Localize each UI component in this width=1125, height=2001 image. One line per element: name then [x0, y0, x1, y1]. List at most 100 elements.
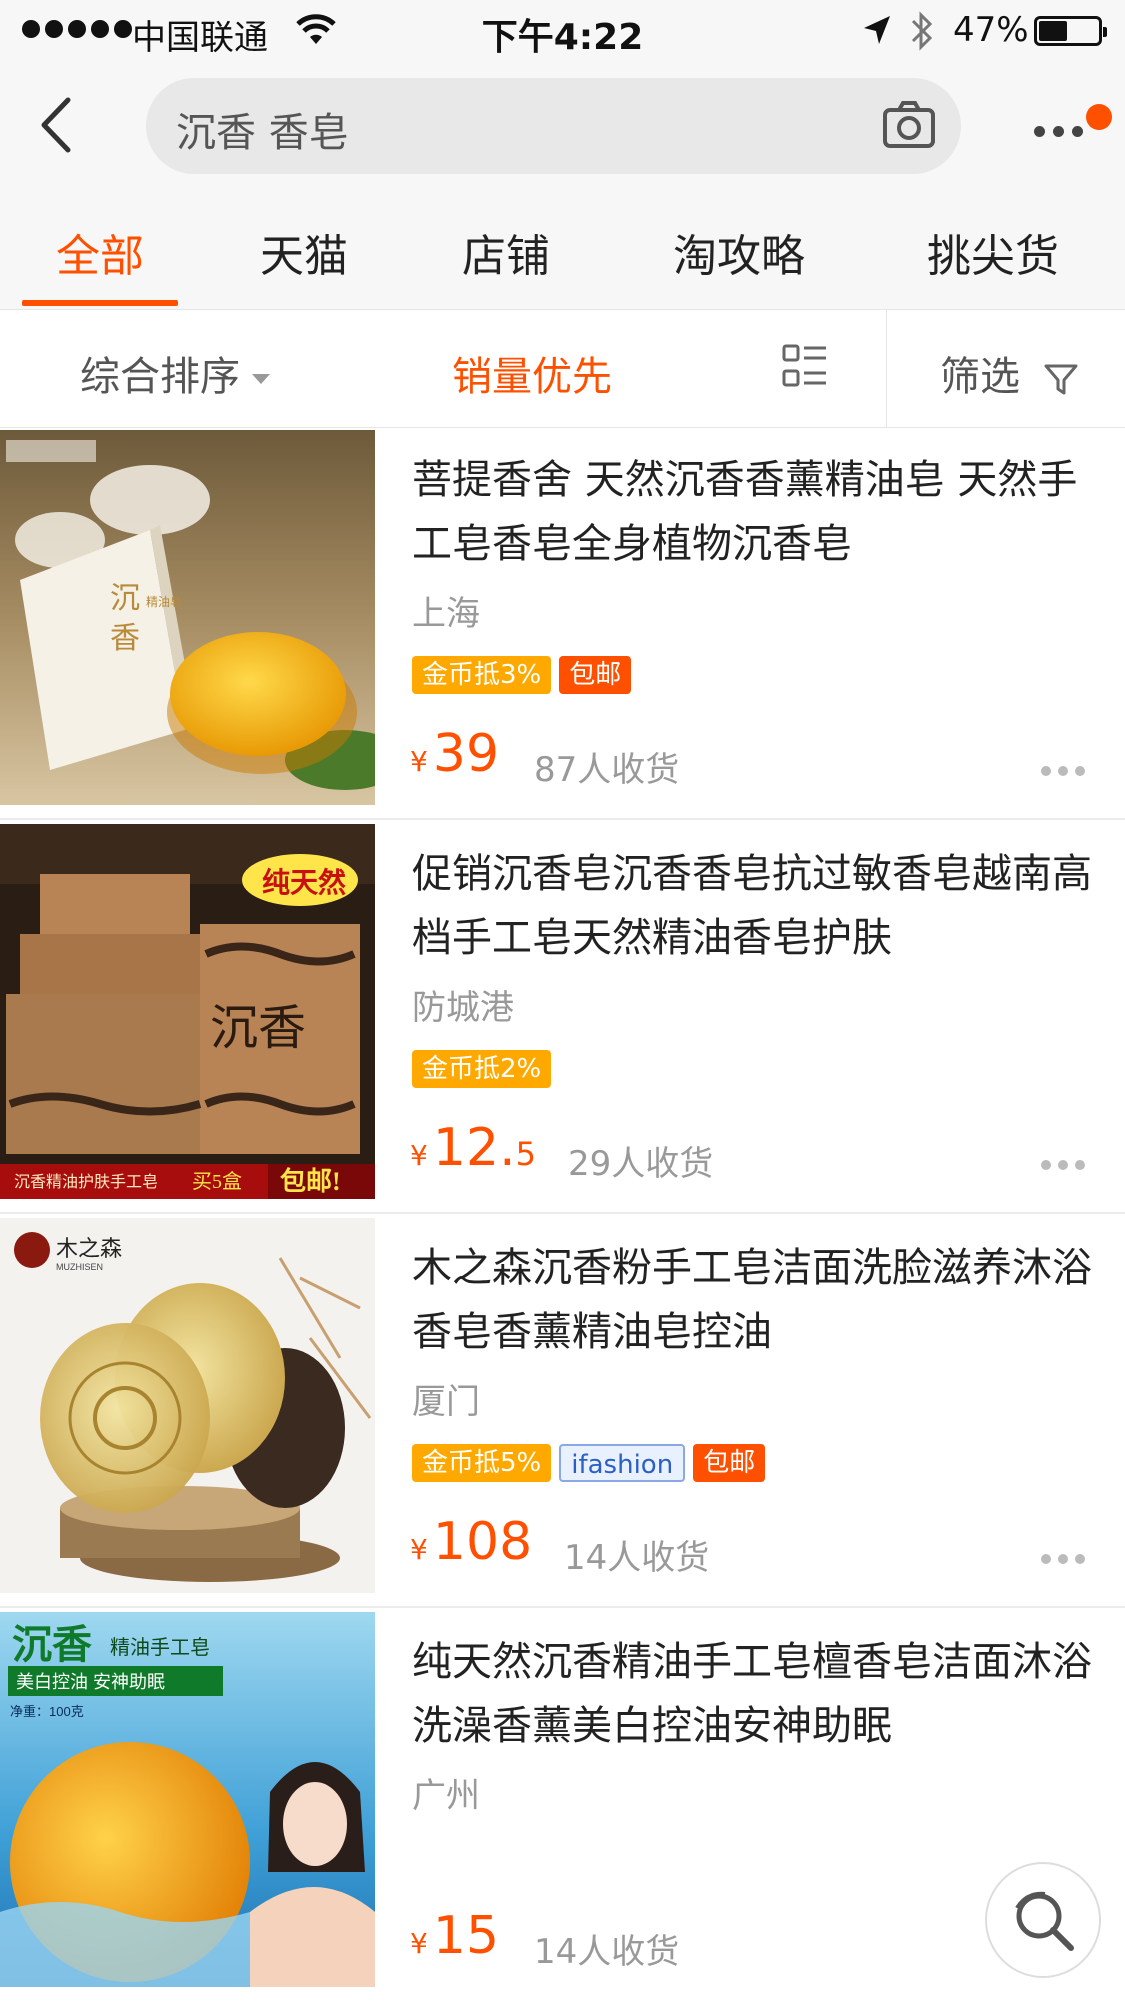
image-text: 沉香: [12, 1622, 92, 1667]
dropdown-caret-icon: [252, 374, 270, 384]
sort-divider: [886, 310, 887, 428]
sales-count: 29人收货: [568, 1144, 714, 1184]
tab-guides[interactable]: 淘攻略: [664, 220, 814, 284]
currency-symbol: ¥: [410, 1139, 428, 1172]
item-more-button[interactable]: [1041, 766, 1085, 778]
tab-all[interactable]: 全部: [50, 220, 150, 284]
battery-icon: [1034, 16, 1107, 46]
product-image[interactable]: 沉香 精油手工皂 美白控油 安神助眠 净重：100克: [0, 1612, 375, 1987]
battery-percentage: 47%: [953, 10, 1029, 50]
more-dot-icon: [1075, 1554, 1085, 1564]
product-location: 防城港: [412, 988, 514, 1028]
more-dot-icon: [1034, 126, 1045, 137]
price-integer: 39: [432, 724, 500, 784]
location-arrow-icon: [864, 16, 890, 44]
more-dot-icon: [1053, 126, 1064, 137]
price-integer: 15: [432, 1906, 500, 1966]
search-query[interactable]: 沉香 香皂: [176, 100, 349, 158]
coin-discount-tag: 金币抵3%: [412, 656, 552, 694]
battery-fill: [1039, 21, 1067, 41]
product-image[interactable]: 沉香 纯天然 沉香精油护肤手工皂 买5盒 包邮!: [0, 824, 375, 1199]
sort-comprehensive-label: 综合排序: [80, 354, 240, 400]
find-similar-button[interactable]: [985, 1862, 1101, 1978]
product-item[interactable]: 沉 香 精油皂 菩提香舍 天然沉香香薰精油皂 天然手工皂香皂全身植物沉香皂 上海…: [0, 428, 1125, 820]
image-text: 沉香: [210, 1002, 306, 1055]
product-item[interactable]: 沉香 精油手工皂 美白控油 安神助眠 净重：100克 纯天然沉香精油手工皂檀香皂…: [0, 1610, 1125, 2001]
image-text: 包邮!: [280, 1166, 341, 1196]
image-text: MUZHISEN: [56, 1262, 103, 1272]
more-dot-icon: [1041, 1160, 1051, 1170]
ifashion-tag: ifashion: [559, 1444, 686, 1482]
currency-symbol: ¥: [410, 745, 428, 778]
product-title[interactable]: 促销沉香皂沉香香皂抗过敏香皂越南高档手工皂天然精油香皂护肤: [412, 842, 1102, 970]
product-title[interactable]: 菩提香舍 天然沉香香薰精油皂 天然手工皂香皂全身植物沉香皂: [412, 448, 1102, 576]
filter-label: 筛选: [940, 354, 1020, 400]
item-more-button[interactable]: [1041, 1554, 1085, 1566]
category-tabs: 全部 天猫 店铺 淘攻略 挑尖货: [0, 188, 1125, 310]
image-text: 沉: [110, 582, 140, 615]
sort-comprehensive-button[interactable]: 综合排序: [80, 344, 270, 402]
sales-count: 14人收货: [564, 1538, 710, 1578]
sales-count: 14人收货: [534, 1932, 680, 1972]
search-input[interactable]: 沉香 香皂: [146, 78, 961, 174]
bluetooth-icon: [911, 11, 933, 51]
image-text: 香: [110, 622, 140, 655]
product-title[interactable]: 木之森沉香粉手工皂洁面洗脸滋养沐浴香皂香薰精油皂控油: [412, 1236, 1102, 1364]
more-dot-icon: [1075, 1160, 1085, 1170]
image-text: 木之森: [56, 1236, 122, 1261]
tab-premium[interactable]: 挑尖货: [918, 220, 1068, 284]
image-text: 精油皂: [146, 595, 182, 609]
notification-badge: [1086, 104, 1112, 130]
free-shipping-tag: 包邮: [693, 1444, 766, 1482]
search-similar-icon: [1015, 1891, 1074, 1951]
tab-tmall[interactable]: 天猫: [254, 220, 354, 284]
more-dot-icon: [1058, 1160, 1068, 1170]
product-price: ¥ 12.5: [410, 1118, 536, 1178]
sales-count: 87人收货: [534, 750, 680, 790]
more-dot-icon: [1058, 1554, 1068, 1564]
image-text: 美白控油 安神助眠: [16, 1672, 165, 1692]
coin-discount-tag: 金币抵5%: [412, 1444, 552, 1482]
currency-symbol: ¥: [410, 1927, 428, 1960]
item-more-button[interactable]: [1041, 1160, 1085, 1172]
product-image[interactable]: 木之森 MUZHISEN: [0, 1218, 375, 1593]
product-price: ¥ 15: [410, 1906, 499, 1966]
image-text: 买5盒: [192, 1170, 242, 1193]
price-decimal: 5: [515, 1135, 536, 1173]
coin-discount-tag: 金币抵2%: [412, 1050, 552, 1088]
product-title[interactable]: 纯天然沉香精油手工皂檀香皂洁面沐浴洗澡香薰美白控油安神助眠: [412, 1630, 1102, 1758]
funnel-icon: [1044, 364, 1078, 395]
price-integer: 12.: [432, 1118, 516, 1178]
active-tab-indicator: [22, 300, 178, 306]
product-location: 上海: [412, 594, 480, 634]
product-image[interactable]: 沉 香 精油皂: [0, 430, 375, 805]
product-price: ¥ 108: [410, 1512, 532, 1572]
product-tags: 金币抵2%: [412, 1050, 552, 1088]
more-menu-button[interactable]: [1026, 104, 1112, 154]
sort-bar: 综合排序 销量优先 筛选: [0, 310, 1125, 428]
status-bar: 中国联通 下午4:22 47%: [0, 0, 1125, 64]
product-tags: 金币抵3% 包邮: [412, 656, 632, 694]
currency-symbol: ¥: [410, 1533, 428, 1566]
more-dot-icon: [1072, 126, 1083, 137]
product-location: 厦门: [412, 1382, 480, 1422]
free-shipping-tag: 包邮: [559, 656, 632, 694]
image-text: 净重：100克: [10, 1704, 84, 1719]
list-view-toggle-icon[interactable]: [782, 344, 828, 388]
more-dot-icon: [1058, 766, 1068, 776]
filter-button[interactable]: 筛选: [940, 344, 1079, 402]
product-item[interactable]: 沉香 纯天然 沉香精油护肤手工皂 买5盒 包邮! 促销沉香皂沉香香皂抗过敏香皂越…: [0, 822, 1125, 1214]
tab-shops[interactable]: 店铺: [456, 220, 556, 284]
more-dot-icon: [1041, 766, 1051, 776]
more-dot-icon: [1075, 766, 1085, 776]
price-integer: 108: [432, 1512, 533, 1572]
product-tags: 金币抵5% ifashion 包邮: [412, 1444, 766, 1482]
product-price: ¥ 39: [410, 724, 499, 784]
product-item[interactable]: 木之森 MUZHISEN 木之森沉香粉手工皂洁面洗脸滋养沐浴香皂香薰精油皂控油 …: [0, 1216, 1125, 1608]
sort-sales-button[interactable]: 销量优先: [452, 344, 612, 402]
search-header: 沉香 香皂: [0, 64, 1125, 188]
camera-icon[interactable]: [879, 96, 939, 156]
image-text: 沉香精油护肤手工皂: [14, 1173, 158, 1191]
back-arrow-icon[interactable]: [28, 90, 92, 160]
image-text: 精油手工皂: [110, 1636, 210, 1659]
